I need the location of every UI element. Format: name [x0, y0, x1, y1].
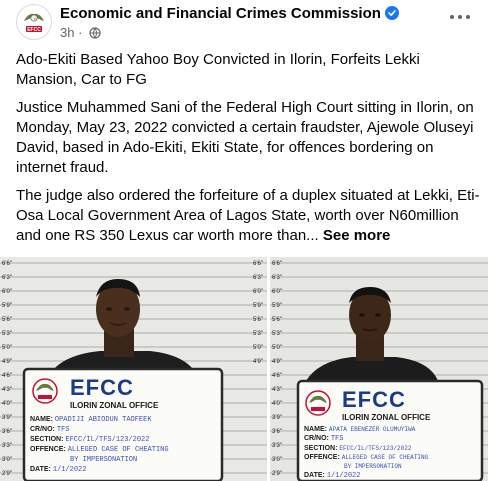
field-label: SECTION:: [304, 445, 338, 452]
ruler-label: 6'6": [2, 261, 12, 267]
field-value: 1/1/2022: [52, 466, 87, 474]
field-value: ALLEGED CASE OF CHEATING: [67, 446, 169, 454]
ruler-label: 6'6": [253, 261, 263, 267]
field-value: EFCC/IL/TFS/123/2022: [65, 436, 150, 444]
see-more-link[interactable]: See more: [323, 227, 391, 244]
ruler-label: 5'0": [2, 345, 12, 351]
ruler-label: 2'9": [272, 471, 282, 477]
ruler-label: 3'6": [272, 429, 282, 435]
height-ruler-labels: 6'6" 6'3" 6'0" 5'9" 5'6" 5'3" 5'0" 4'9" …: [2, 257, 12, 481]
ruler-label: 3'6": [2, 429, 12, 435]
placard-title: EFCC: [342, 387, 406, 412]
post-meta: 3h ·: [60, 25, 101, 42]
field-label: OFFENCE:: [304, 454, 340, 461]
placard-title: EFCC: [70, 375, 134, 400]
field-label: CR/NO:: [30, 426, 55, 433]
ruler-label: 6'3": [2, 275, 12, 281]
post-timestamp[interactable]: 3h: [60, 25, 74, 40]
ruler-label: 3'3": [2, 443, 12, 449]
ruler-label: 4'0": [2, 401, 12, 407]
page-name-link[interactable]: Economic and Financial Crimes Commission: [60, 5, 381, 22]
ruler-label: 4'9": [2, 359, 12, 365]
efcc-logo-icon: EFCC: [18, 6, 50, 38]
ruler-label: 5'6": [253, 317, 263, 323]
field-value: TFS: [56, 426, 70, 434]
field-label: CR/NO:: [304, 435, 329, 442]
svg-text:EFCC: EFCC: [27, 27, 41, 33]
field-value: OPADIJI ABIODUN TAOFEEK: [54, 416, 152, 424]
post-paragraph: Justice Muhammed Sani of the Federal Hig…: [16, 99, 474, 176]
photo-grid: 6'6" 6'3" 6'0" 5'9" 5'6" 5'3" 5'0" 4'9" …: [0, 257, 488, 481]
ruler-label: 5'3": [253, 331, 263, 337]
field-value: ALLEGED CASE OF CHEATING: [341, 454, 429, 461]
ruler-label: 3'0": [272, 457, 282, 463]
ruler-labels-right: 6'6" 6'3" 6'0" 5'9" 5'6" 5'3" 5'0" 4'9": [253, 257, 263, 369]
ruler-label: 4'3": [2, 387, 12, 393]
ruler-label: 5'6": [2, 317, 12, 323]
ruler-label: 6'3": [272, 275, 282, 281]
ruler-label: 4'6": [2, 373, 12, 379]
placard-fields: NAME: OPADIJI ABIODUN TAOFEEK CR/NO: TFS…: [30, 415, 218, 475]
ruler-label: 5'6": [272, 317, 282, 323]
ruler-label: 3'9": [2, 415, 12, 421]
ruler-label: 5'0": [253, 345, 263, 351]
post-headline: Ado-Ekiti Based Yahoo Boy Convicted in I…: [16, 51, 420, 88]
field-value: APATA EBENEZER OLUMUYIWA: [328, 426, 416, 433]
ruler-label: 4'9": [253, 359, 263, 365]
ruler-label: 2'9": [2, 471, 12, 477]
ruler-label: 5'3": [272, 331, 282, 337]
field-label: SECTION:: [30, 436, 64, 443]
meta-separator: ·: [78, 25, 83, 40]
height-ruler-labels: 6'6" 6'3" 6'0" 5'9" 5'6" 5'3" 5'0" 4'9" …: [272, 257, 282, 481]
post-paragraph-text: The judge also ordered the forfeiture of…: [16, 187, 480, 244]
globe-icon: [89, 27, 101, 42]
more-options-icon[interactable]: [450, 12, 474, 22]
page-name-row: Economic and Financial Crimes Commission: [60, 5, 399, 22]
field-label: NAME:: [30, 416, 53, 423]
ruler-label: 4'0": [272, 401, 282, 407]
field-value: EFCC/IL/TFS/123/2022: [339, 445, 412, 452]
post-body: Ado-Ekiti Based Yahoo Boy Convicted in I…: [16, 50, 482, 254]
ruler-label: 3'0": [2, 457, 12, 463]
field-value: 1/1/2022: [326, 472, 361, 480]
ruler-label: 5'9": [272, 303, 282, 309]
post-paragraph: The judge also ordered the forfeiture of…: [16, 186, 482, 246]
field-label: OFFENCE:: [30, 446, 66, 453]
ruler-label: 3'3": [272, 443, 282, 449]
ruler-label: 6'0": [2, 289, 12, 295]
placard-fields: NAME: APATA EBENEZER OLUMUYIWA CR/NO: TF…: [304, 425, 480, 481]
page-avatar[interactable]: EFCC: [16, 4, 52, 40]
field-value: TFS: [330, 435, 344, 443]
ruler-label: 6'6": [272, 261, 282, 267]
ruler-label: 4'6": [272, 373, 282, 379]
field-label: NAME:: [304, 426, 327, 433]
ruler-label: 6'0": [253, 289, 263, 295]
ruler-label: 4'3": [272, 387, 282, 393]
field-label: DATE:: [304, 472, 325, 479]
ruler-label: 6'0": [272, 289, 282, 295]
field-value: BY IMPERSONATION: [344, 463, 402, 470]
ruler-label: 5'0": [272, 345, 282, 351]
field-value: BY IMPERSONATION: [70, 456, 138, 464]
ruler-label: 4'9": [272, 359, 282, 365]
post-photo[interactable]: 6'6" 6'3" 6'0" 5'9" 5'6" 5'3" 5'0" 4'9" …: [0, 257, 267, 481]
verified-badge-icon: [384, 6, 399, 20]
ruler-label: 6'3": [253, 275, 263, 281]
placard-office: ILORIN ZONAL OFFICE: [342, 413, 431, 422]
ruler-label: 5'9": [2, 303, 12, 309]
placard-office: ILORIN ZONAL OFFICE: [70, 401, 159, 410]
post-header: EFCC Economic and Financial Crimes Commi…: [0, 0, 488, 46]
ruler-label: 3'9": [272, 415, 282, 421]
ruler-label: 5'3": [2, 331, 12, 337]
post-photo[interactable]: 6'6" 6'3" 6'0" 5'9" 5'6" 5'3" 5'0" 4'9" …: [270, 257, 488, 481]
ruler-label: 5'9": [253, 303, 263, 309]
field-label: DATE:: [30, 466, 51, 473]
